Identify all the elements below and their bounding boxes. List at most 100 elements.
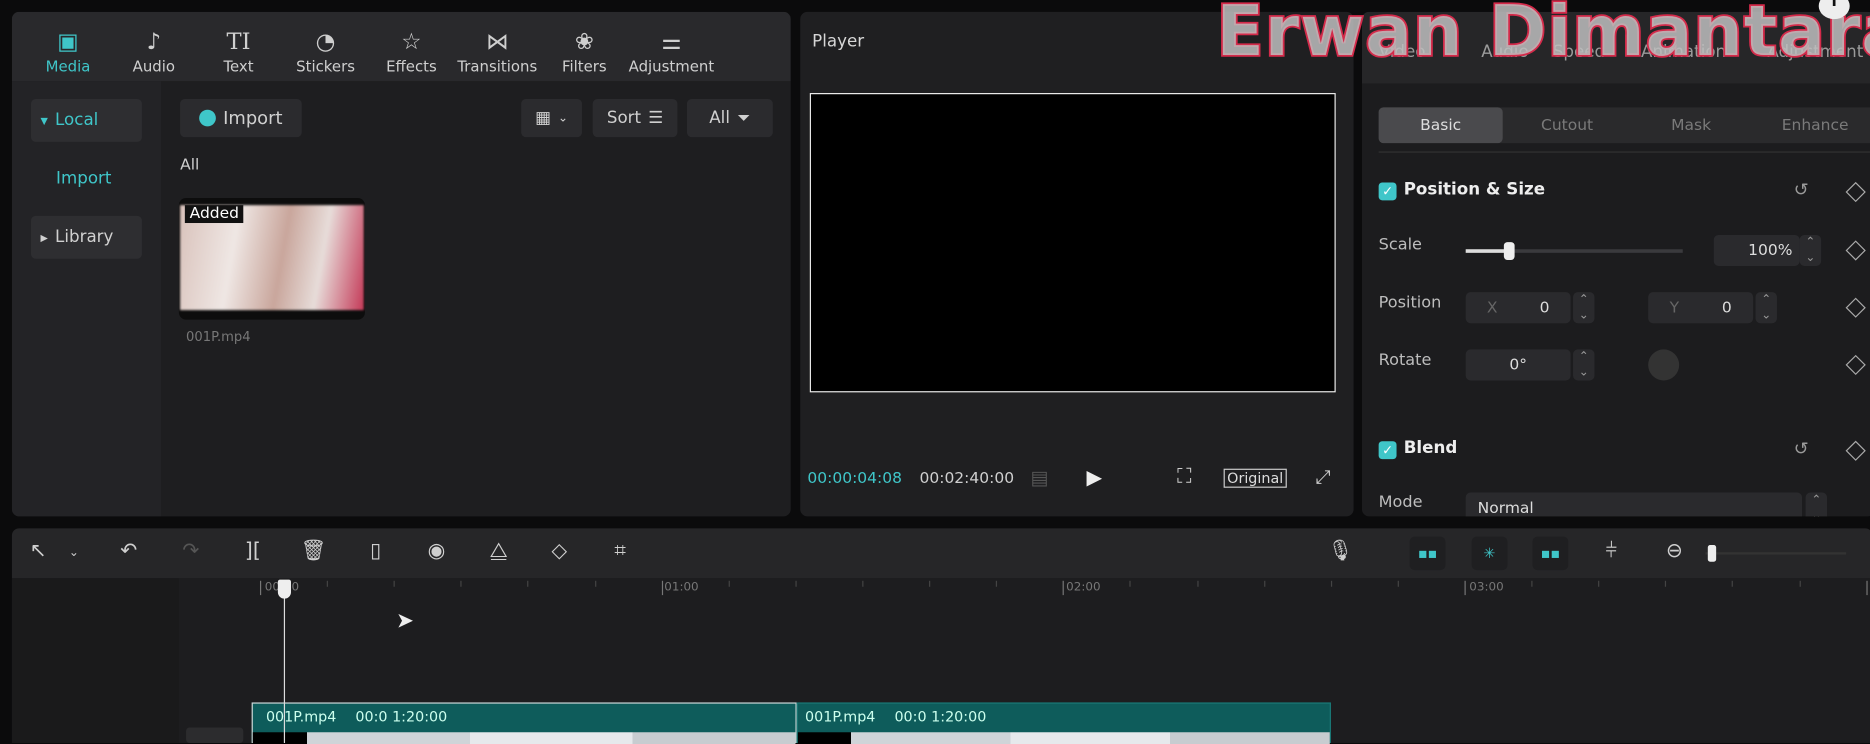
link-main-track-icon[interactable]: ▪▪ — [1409, 536, 1446, 571]
rotate-dial[interactable] — [1648, 349, 1680, 381]
text-icon: TI — [226, 28, 251, 55]
track-header-button[interactable] — [186, 727, 244, 743]
position-y-input[interactable]: Y0 — [1648, 292, 1754, 324]
sidebar-item-import[interactable]: Import — [56, 169, 111, 188]
adjustment-icon: ⚌ — [661, 28, 682, 55]
subtab-basic[interactable]: Basic — [1378, 107, 1503, 144]
redo-icon: ↷ — [182, 539, 200, 563]
fullscreen-icon[interactable]: ⤢ — [1315, 465, 1330, 489]
keyframe-icon[interactable] — [1845, 354, 1866, 376]
playhead-line[interactable] — [283, 584, 286, 743]
preview-axis-icon[interactable]: ⫩ — [1597, 539, 1626, 563]
ruler-tick — [1263, 580, 1265, 587]
keyframe-icon[interactable] — [1845, 181, 1866, 203]
mouse-cursor-icon: ➤ — [395, 608, 414, 634]
auto-snap-icon[interactable]: ✳ — [1471, 536, 1508, 571]
timeline-clip[interactable]: 001P.mp4 00:0 1:20:00 — [796, 702, 1331, 744]
timeline-clip[interactable]: 001P.mp4 00:0 1:20:00 — [251, 702, 797, 744]
ruler-tick — [1196, 580, 1199, 587]
tool-label: Audio — [132, 57, 176, 76]
chevron-down-icon[interactable]: ⌄ — [60, 546, 89, 559]
sidebar-item-library[interactable]: ▶ Library — [31, 215, 142, 259]
keyframe-icon[interactable] — [1845, 440, 1866, 461]
clip-duration: 00:0 1:20:00 — [355, 708, 448, 726]
freeze-icon[interactable]: ▯ — [361, 539, 390, 563]
scale-slider-handle[interactable] — [1504, 242, 1516, 260]
sidebar-item-local[interactable]: ▼ Local — [31, 98, 142, 142]
import-button[interactable]: Import — [180, 98, 302, 138]
rotate-icon[interactable]: ◇ — [545, 539, 574, 563]
reverse-icon[interactable]: ◉ — [422, 539, 451, 563]
keyframe-icon[interactable] — [1845, 297, 1866, 318]
ruler-label: 02:00 — [1066, 580, 1101, 594]
scale-stepper[interactable]: ⌃ ⌄ — [1799, 234, 1822, 266]
mirror-icon[interactable]: ⧋ — [484, 539, 513, 563]
timeline-grid-icon[interactable]: ▤ — [1030, 466, 1048, 489]
undo-icon[interactable]: ↶ — [114, 539, 143, 563]
screenshot-icon[interactable]: ⛶ — [1177, 465, 1191, 489]
tool-label: Text — [223, 57, 254, 76]
sort-button[interactable]: Sort ☰ — [592, 98, 678, 138]
rotate-input[interactable]: 0° — [1465, 349, 1571, 381]
scale-slider[interactable] — [1465, 242, 1683, 260]
subtab-mask[interactable]: Mask — [1629, 107, 1753, 143]
keyframe-icon[interactable] — [1845, 240, 1866, 261]
media-item[interactable]: Added — [178, 197, 365, 320]
play-button[interactable]: ▶ — [1086, 466, 1102, 490]
reset-icon[interactable]: ↺ — [1794, 179, 1809, 200]
subtab-cutout[interactable]: Cutout — [1505, 107, 1629, 143]
position-x-input[interactable]: X0 — [1465, 292, 1571, 324]
total-time: 00:02:40:00 — [919, 469, 1015, 488]
rotate-stepper[interactable]: ⌃ ⌄ — [1573, 349, 1595, 381]
tool-label: Stickers — [296, 57, 355, 76]
label: Local — [55, 110, 99, 130]
y-value: 0 — [1721, 298, 1732, 317]
playhead-handle[interactable] — [277, 579, 291, 599]
label: Import — [223, 107, 283, 129]
position-y-stepper[interactable]: ⌃ ⌄ — [1755, 292, 1777, 324]
reset-icon[interactable]: ↺ — [1794, 438, 1809, 459]
mode-stepper[interactable]: ⌃ ⌄ — [1805, 492, 1828, 517]
tool-filters[interactable]: ❀ Filters — [543, 26, 626, 76]
tool-adjustment[interactable]: ⚌ Adjustment — [626, 26, 717, 76]
tool-effects[interactable]: ☆ Effects — [370, 26, 453, 76]
position-size-checkbox[interactable]: ✓ — [1378, 182, 1397, 201]
select-tool-icon[interactable]: ↖ — [24, 539, 53, 563]
delete-icon[interactable]: 🗑 — [299, 539, 328, 563]
inspector-panel: Video Audio Speed Animation Adjustment B… — [1361, 11, 1870, 517]
mode-select[interactable]: Normal — [1465, 492, 1803, 517]
label: Sort — [606, 108, 642, 128]
ratio-button[interactable]: Original — [1223, 468, 1287, 488]
rotate-label: Rotate — [1378, 350, 1432, 370]
split-icon[interactable]: ][ — [239, 539, 268, 563]
scale-input[interactable]: 100% — [1713, 234, 1800, 266]
tool-text[interactable]: TI Text — [197, 26, 280, 76]
blend-checkbox[interactable]: ✓ — [1378, 441, 1397, 460]
clip-thumbnails — [252, 732, 796, 744]
view-toggle-button[interactable]: ▦ ⌄ — [521, 98, 582, 138]
tool-transitions[interactable]: ⋈ Transitions — [456, 26, 539, 76]
filter-button[interactable]: All ⏷ — [686, 98, 773, 138]
zoom-out-icon[interactable]: ⊖ — [1660, 539, 1689, 563]
scale-slider-fill — [1465, 249, 1510, 253]
y-label: Y — [1669, 298, 1680, 317]
tool-media[interactable]: ▣ Media — [26, 26, 109, 76]
blend-heading: Blend — [1403, 438, 1458, 458]
subtab-enhance[interactable]: Enhance — [1753, 107, 1870, 143]
ruler-tick — [728, 580, 730, 587]
ruler-tick — [1665, 580, 1667, 587]
zoom-slider-handle[interactable] — [1707, 545, 1717, 562]
ruler-tick — [1129, 580, 1132, 587]
media-panel: ▣ Media ♪ Audio TI Text ◔ Stickers ☆ Effects … — [11, 11, 791, 517]
zoom-slider[interactable] — [1705, 545, 1847, 562]
crop-icon[interactable]: ⌗ — [606, 539, 635, 563]
current-time: 00:00:04:08 — [807, 469, 902, 488]
position-x-stepper[interactable]: ⌃ ⌄ — [1573, 292, 1595, 324]
microphone-icon[interactable]: 🎙 — [1326, 539, 1355, 563]
tool-audio[interactable]: ♪ Audio — [112, 26, 195, 76]
timeline-toolbar — [11, 528, 1870, 579]
tool-stickers[interactable]: ◔ Stickers — [284, 26, 367, 76]
link-icon[interactable]: ▪▪ — [1532, 536, 1569, 571]
chevron-down-icon: ⌄ — [558, 111, 569, 125]
x-value: 0 — [1539, 298, 1550, 317]
